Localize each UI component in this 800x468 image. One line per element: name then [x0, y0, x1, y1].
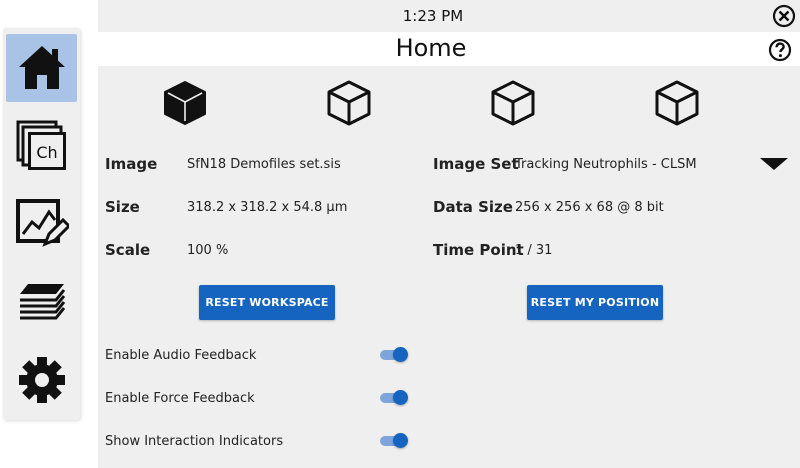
size-value: 318.2 x 318.2 x 54.8 µm [187, 200, 348, 215]
reset-workspace-button[interactable]: RESET WORKSPACE [199, 285, 335, 320]
sidebar-item-image-edit[interactable] [6, 190, 77, 258]
audio-feedback-toggle[interactable] [380, 347, 408, 362]
image-edit-icon [15, 199, 69, 247]
status-bar: 1:23 PM [98, 0, 800, 32]
settings-gear-icon [18, 357, 65, 403]
data-size-value: 256 x 256 x 68 @ 8 bit [515, 200, 664, 215]
toggle-knob [393, 347, 408, 362]
time-point-value: 1 / 31 [515, 243, 553, 258]
toggle-knob [393, 433, 408, 448]
main-panel: 1:23 PM Home Image SfN18 Demofiles set.s… [98, 0, 800, 468]
title-bar: Home [98, 32, 800, 66]
page-title: Home [395, 34, 467, 62]
force-feedback-toggle[interactable] [380, 390, 408, 405]
sidebar-item-settings[interactable] [6, 346, 77, 414]
help-icon[interactable] [768, 38, 792, 62]
interaction-indicators-label: Show Interaction Indicators [105, 434, 284, 449]
sidebar-item-home[interactable] [6, 34, 77, 102]
scale-label: Scale [105, 241, 151, 259]
reset-position-button[interactable]: RESET MY POSITION [527, 285, 663, 320]
cube-outline-icon[interactable] [491, 80, 535, 126]
scale-value: 100 % [187, 243, 229, 258]
home-icon [18, 46, 65, 89]
audio-feedback-label: Enable Audio Feedback [105, 348, 257, 363]
data-size-label: Data Size [433, 198, 513, 216]
image-value: SfN18 Demofiles set.sis [187, 157, 341, 172]
toggle-knob [393, 390, 408, 405]
close-icon[interactable] [772, 4, 796, 28]
size-label: Size [105, 198, 140, 216]
cube-outline-icon[interactable] [327, 80, 371, 126]
layers-icon [19, 284, 65, 320]
clock: 1:23 PM [402, 7, 464, 25]
image-set-label: Image Set [433, 155, 519, 173]
cube-solid-icon[interactable] [163, 80, 207, 126]
channels-glyph: Ch [36, 143, 57, 162]
force-feedback-label: Enable Force Feedback [105, 391, 255, 406]
channels-icon: Ch [16, 120, 66, 170]
sidebar-item-channels[interactable]: Ch [6, 112, 77, 180]
sidebar: Ch [3, 28, 80, 420]
cube-outline-icon[interactable] [655, 80, 699, 126]
time-point-label: Time Point [433, 241, 524, 259]
image-set-value[interactable]: Tracking Neutrophils - CLSM [515, 157, 697, 172]
dropdown-triangle-icon[interactable] [758, 156, 790, 172]
image-label: Image [105, 155, 158, 173]
sidebar-item-layers[interactable] [6, 268, 77, 336]
interaction-indicators-toggle[interactable] [380, 433, 408, 448]
